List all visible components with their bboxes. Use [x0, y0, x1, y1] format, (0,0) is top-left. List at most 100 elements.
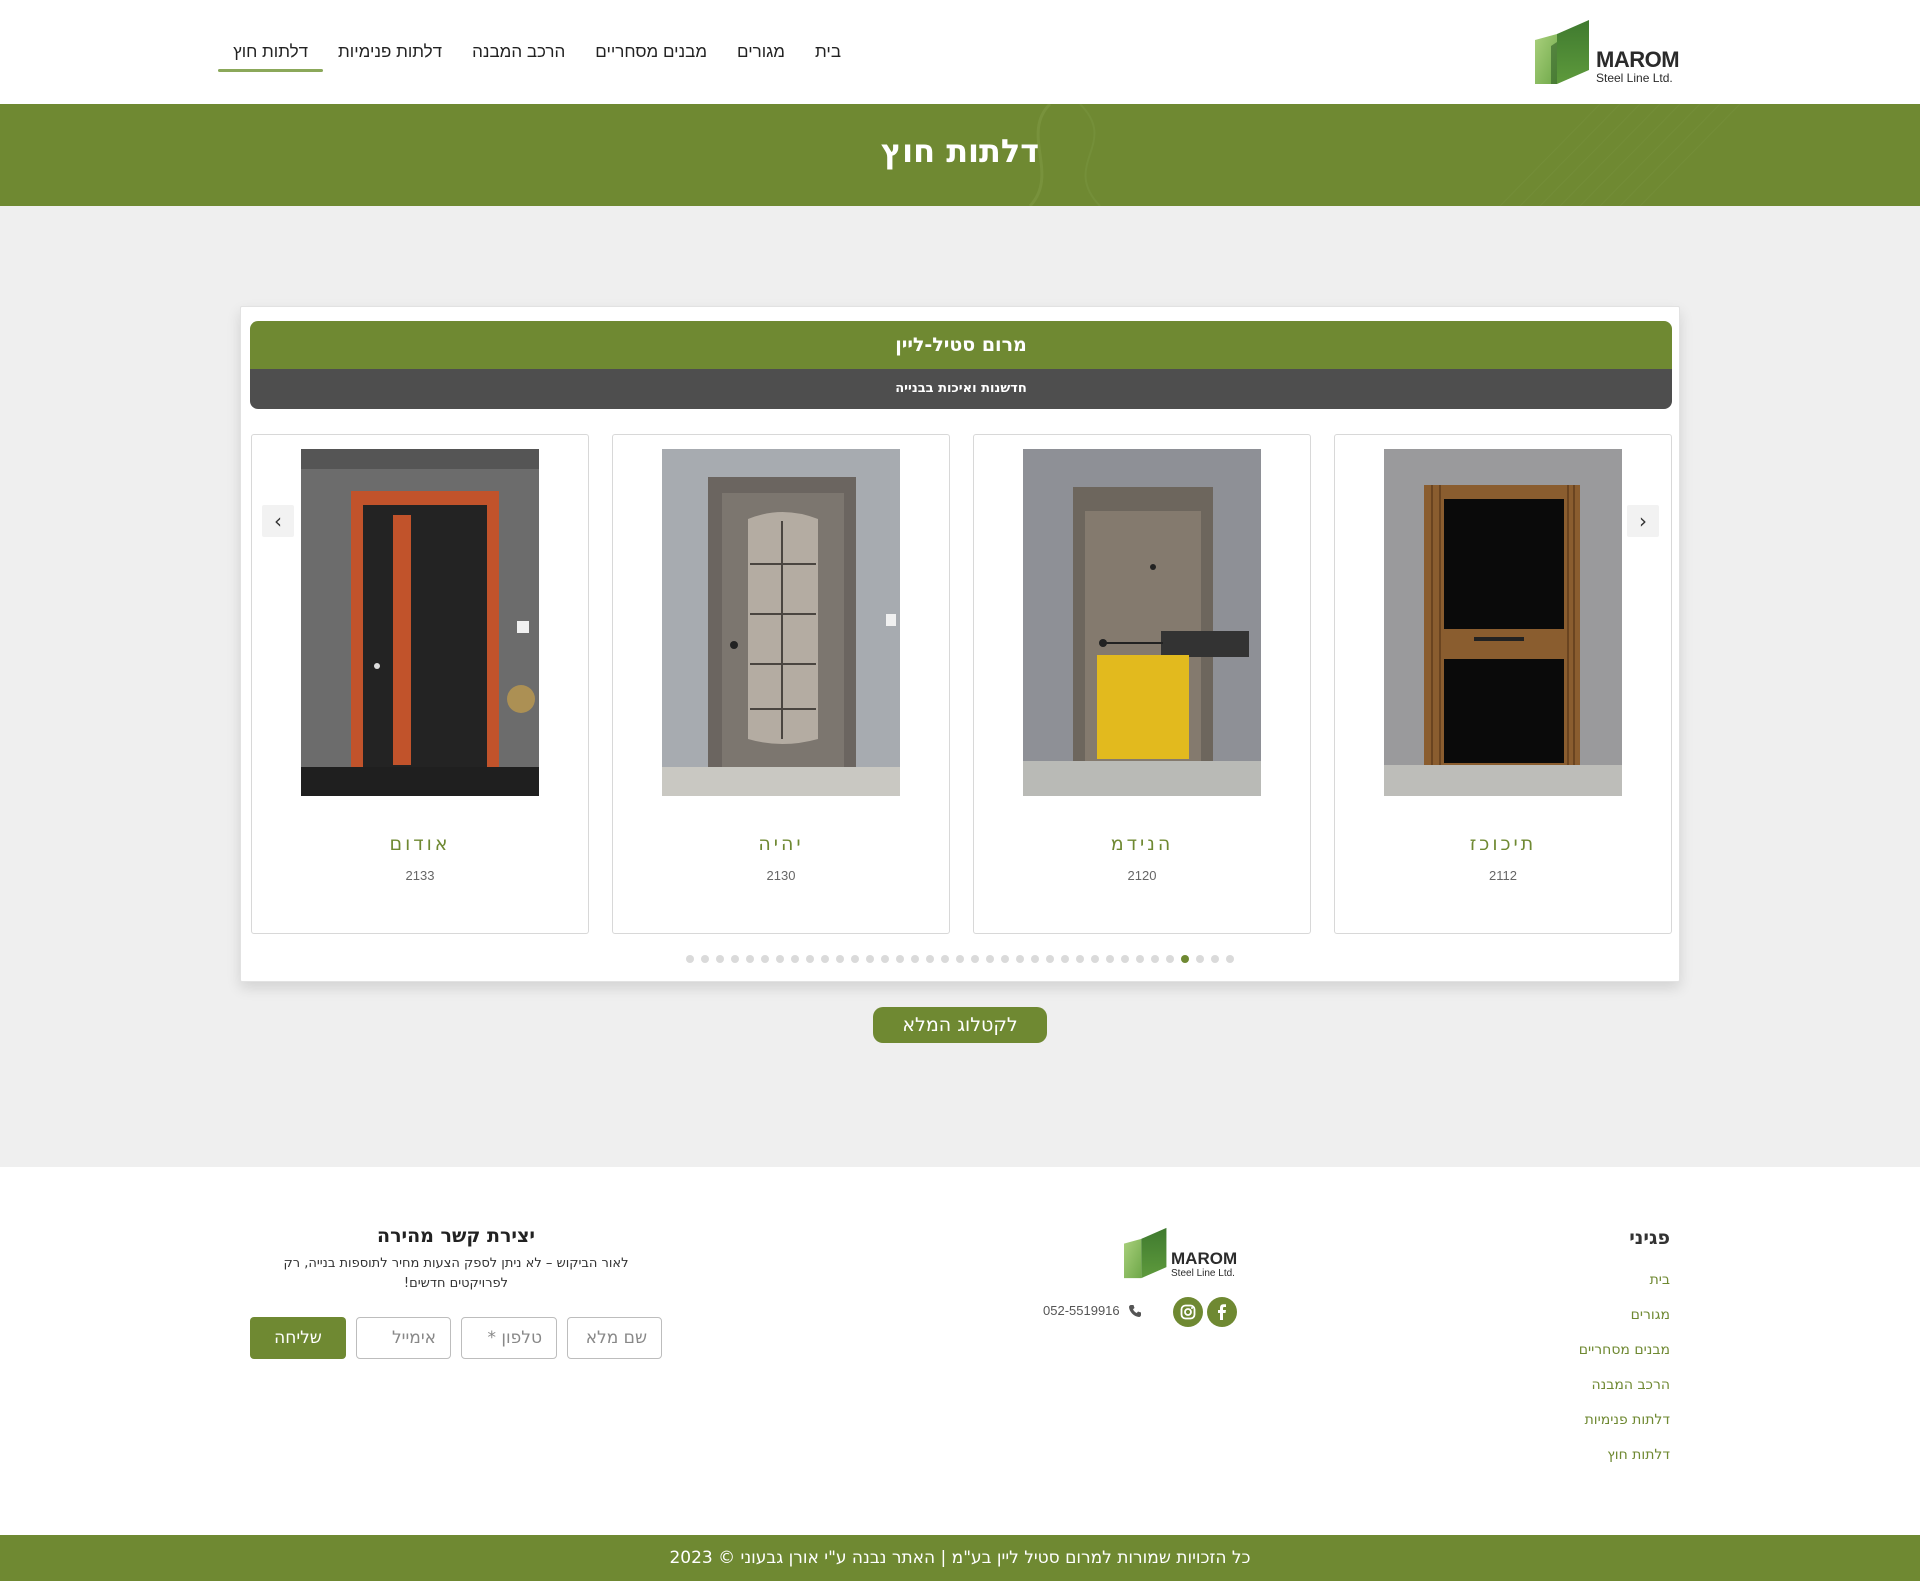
carousel-subtitle: חדשנות ואיכות בבנייה: [250, 369, 1672, 409]
pagination-dot[interactable]: [716, 955, 724, 963]
pagination-dot[interactable]: [1061, 955, 1069, 963]
product-code: 2130: [766, 868, 796, 883]
pagination-dot[interactable]: [731, 955, 739, 963]
pagination-dot[interactable]: [896, 955, 904, 963]
footer-logo[interactable]: MAROM Steel Line Ltd.: [1124, 1227, 1244, 1283]
instagram-icon: [1180, 1304, 1196, 1320]
name-field[interactable]: שם מלא: [567, 1317, 662, 1359]
pagination-dot[interactable]: [926, 955, 934, 963]
facebook-link[interactable]: [1207, 1297, 1237, 1327]
pagination-dot[interactable]: [851, 955, 859, 963]
email-field[interactable]: אימייל: [356, 1317, 451, 1359]
footer-link-interior-doors[interactable]: דלתות פנימיות: [1579, 1411, 1670, 1446]
product-card-2133[interactable]: אודום 2133: [251, 434, 589, 934]
chevron-left-icon: ‹: [274, 509, 282, 533]
page-banner: דלתות חוץ: [0, 104, 1920, 206]
carousel-prev-button[interactable]: ‹: [262, 505, 294, 537]
nav-item-commercial[interactable]: מבנים מסחריים: [580, 38, 722, 68]
phone-icon: [1128, 1304, 1141, 1317]
logo-subtitle: Steel Line Ltd.: [1596, 71, 1673, 85]
footer-link-structure[interactable]: הרכב המבנה: [1579, 1376, 1671, 1411]
site-header: MAROM Steel Line Ltd. בית מגורים מבנים מ…: [0, 0, 1920, 104]
chevron-right-icon: ›: [1639, 509, 1647, 533]
pagination-dot[interactable]: [956, 955, 964, 963]
pagination-dot[interactable]: [1091, 955, 1099, 963]
facebook-icon: [1218, 1304, 1226, 1320]
nav-item-interior-doors[interactable]: דלתות פנימיות: [323, 38, 457, 68]
copyright-text: 2023 © כל הזכויות שמורות למרום סטיל ליין…: [669, 1548, 1251, 1568]
pagination-dot[interactable]: [971, 955, 979, 963]
pagination-dot[interactable]: [1076, 955, 1084, 963]
product-card-2130[interactable]: יהיה 2130: [612, 434, 950, 934]
pagination-dot[interactable]: [1211, 955, 1219, 963]
pagination-dot[interactable]: [1151, 955, 1159, 963]
nav-item-home[interactable]: בית: [800, 38, 856, 68]
product-image: [662, 449, 900, 796]
logo-mark-icon: [1124, 1227, 1167, 1279]
pagination-dot[interactable]: [866, 955, 874, 963]
phone-field[interactable]: טלפון *: [461, 1317, 557, 1359]
pagination-dot[interactable]: [986, 955, 994, 963]
contact-title: יצירת קשר מהירה: [377, 1225, 535, 1247]
product-code: 2120: [1127, 868, 1157, 883]
pagination-dot[interactable]: [836, 955, 844, 963]
pagination-dot[interactable]: [821, 955, 829, 963]
product-card-2120[interactable]: הנידמ 2120: [973, 434, 1311, 934]
logo-brand: MAROM: [1596, 47, 1680, 72]
pagination-dot[interactable]: [761, 955, 769, 963]
footer-link-residential[interactable]: מגורים: [1579, 1306, 1670, 1341]
product-name: יהיה: [758, 833, 804, 855]
footer-pages-list: בית מגורים מבנים מסחריים הרכב המבנה דלתו…: [1579, 1271, 1670, 1481]
logo-mark-icon: [1535, 20, 1589, 84]
footer-link-exterior-doors[interactable]: דלתות חוץ: [1579, 1446, 1670, 1481]
pagination-dot[interactable]: [1226, 955, 1234, 963]
contact-description: לאור הביקוש – לא ניתן לספק הצעות מחיר לת…: [283, 1256, 629, 1291]
products-carousel: מרום סטיל-ליין חדשנות ואיכות בבנייה אודו…: [240, 306, 1680, 982]
pagination-dot[interactable]: [1166, 955, 1174, 963]
send-button[interactable]: שליחה: [250, 1317, 346, 1359]
pagination-dot[interactable]: [1196, 955, 1204, 963]
product-image: [301, 449, 539, 796]
pagination-dot[interactable]: [881, 955, 889, 963]
product-code: 2133: [405, 868, 435, 883]
page-title: דלתות חוץ: [880, 132, 1040, 170]
product-name: אודום: [389, 833, 451, 855]
pagination-dot[interactable]: [701, 955, 709, 963]
pagination-dot[interactable]: [746, 955, 754, 963]
instagram-link[interactable]: [1173, 1297, 1203, 1327]
product-image: [1384, 449, 1622, 796]
product-name: תיכוכז: [1469, 833, 1537, 855]
product-card-2112[interactable]: תיכוכז 2112: [1334, 434, 1672, 934]
product-code: 2112: [1489, 868, 1517, 883]
phone-number: 052-5519916: [1043, 1303, 1120, 1318]
pagination-dot[interactable]: [776, 955, 784, 963]
pagination-dot[interactable]: [806, 955, 814, 963]
pagination-dot[interactable]: [1121, 955, 1129, 963]
site-logo[interactable]: MAROM Steel Line Ltd.: [1535, 20, 1683, 86]
footer-phone[interactable]: 052-5519916: [1043, 1303, 1142, 1318]
footer-link-commercial[interactable]: מבנים מסחריים: [1579, 1341, 1670, 1376]
pagination-dot[interactable]: [1106, 955, 1114, 963]
footer-logo-subtitle: Steel Line Ltd.: [1171, 1268, 1235, 1279]
carousel-title: מרום סטיל-ליין: [250, 321, 1672, 369]
full-catalog-button[interactable]: לקטלוג המלא: [873, 1007, 1047, 1043]
pagination-dot[interactable]: [1136, 955, 1144, 963]
nav-item-structure[interactable]: הרכב המבנה: [457, 38, 580, 68]
pagination-dot[interactable]: [791, 955, 799, 963]
footer-logo-brand: MAROM: [1171, 1249, 1238, 1268]
pagination-dot[interactable]: [1016, 955, 1024, 963]
pagination-dot[interactable]: [941, 955, 949, 963]
pagination-dot[interactable]: [911, 955, 919, 963]
pagination-dot[interactable]: [1046, 955, 1054, 963]
footer-link-home[interactable]: בית: [1579, 1271, 1670, 1306]
footer-pages-title: פגיני: [1629, 1227, 1670, 1249]
product-image: [1023, 449, 1261, 796]
pagination-dot[interactable]: [1031, 955, 1039, 963]
pagination-dot[interactable]: [1181, 955, 1189, 963]
pagination-dot[interactable]: [1001, 955, 1009, 963]
carousel-next-button[interactable]: ›: [1627, 505, 1659, 537]
site-footer: פגיני בית מגורים מבנים מסחריים הרכב המבנ…: [0, 1167, 1920, 1535]
nav-item-exterior-doors[interactable]: דלתות חוץ: [218, 38, 323, 72]
pagination-dot[interactable]: [686, 955, 694, 963]
nav-item-residential[interactable]: מגורים: [722, 38, 800, 68]
